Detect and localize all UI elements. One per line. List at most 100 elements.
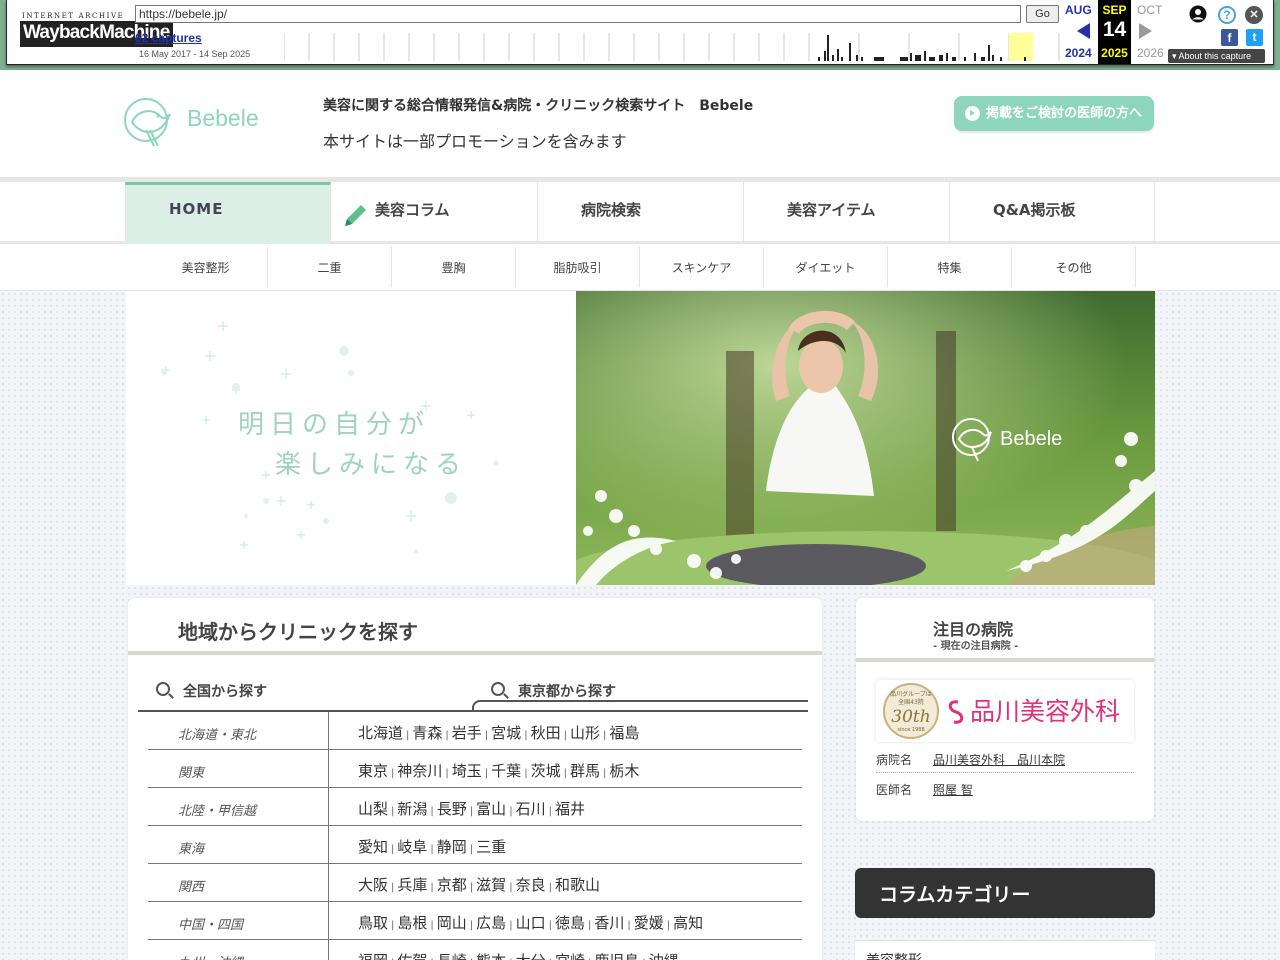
shinagawa-banner[interactable]: 品川グループは 全国43院 30th since 1988 品川美容外科 <box>876 680 1134 742</box>
prefecture-link[interactable]: 愛知 <box>358 838 388 856</box>
prefecture-link[interactable]: 和歌山 <box>555 876 600 894</box>
prev-capture-arrow-icon[interactable] <box>1077 23 1090 39</box>
prefecture-link[interactable]: 島根 <box>397 914 427 932</box>
capture-sparkline[interactable] <box>284 33 1060 61</box>
prefecture-link[interactable]: 大阪 <box>358 876 388 894</box>
badge-mid-text: 全国43院 <box>898 698 924 706</box>
subnav-special[interactable]: 特集 <box>888 247 1012 287</box>
nav-hospital-search[interactable]: 病院検索 <box>538 182 744 244</box>
prefecture-separator: | <box>469 806 474 817</box>
subnav-other[interactable]: その他 <box>1012 247 1136 287</box>
prefecture-separator: | <box>391 844 395 855</box>
region-row: 九州・沖縄 福岡|佐賀|長崎|熊本|大分|宮崎|鹿児島|沖縄 <box>148 940 802 960</box>
prefecture-link[interactable]: 群馬 <box>570 762 600 780</box>
doctor-name-link[interactable]: 照屋 智 <box>933 781 973 798</box>
prefecture-link[interactable]: 埼玉 <box>452 762 482 780</box>
prefecture-link[interactable]: 新潟 <box>397 800 427 818</box>
prefecture-separator: | <box>445 768 449 779</box>
prefecture-link[interactable]: 神奈川 <box>397 762 442 780</box>
current-capture-date: SEP 14 2025 <box>1098 0 1131 64</box>
wayback-url-input[interactable]: https://bebele.jp/ <box>135 5 1021 23</box>
prefecture-link[interactable]: 秋田 <box>531 724 561 742</box>
wayback-go-button[interactable]: Go <box>1026 5 1059 23</box>
nav-beauty-items-label: 美容アイテム <box>787 201 876 219</box>
region-divider <box>328 864 329 902</box>
current-year: 2025 <box>1101 46 1128 60</box>
subnav-liposuction[interactable]: 脂肪吸引 <box>516 247 640 287</box>
user-account-icon[interactable] <box>1189 5 1207 23</box>
prefecture-link[interactable]: 長野 <box>437 800 467 818</box>
prefecture-link[interactable]: 鳥取 <box>358 914 388 932</box>
prefecture-separator: | <box>509 920 513 931</box>
prefecture-link[interactable]: 東京 <box>358 762 388 780</box>
prefecture-link[interactable]: 鹿児島 <box>594 952 639 960</box>
prefecture-link[interactable]: 熊本 <box>476 952 506 960</box>
help-icon[interactable]: ? <box>1218 6 1236 24</box>
prefecture-link[interactable]: 長崎 <box>437 952 467 960</box>
prefecture-link[interactable]: 広島 <box>476 914 506 932</box>
nav-beauty-column[interactable]: 美容コラム <box>331 182 538 244</box>
twitter-icon[interactable]: t <box>1246 29 1263 46</box>
prefecture-link[interactable]: 福岡 <box>358 952 388 960</box>
prefecture-link[interactable]: 千葉 <box>491 762 521 780</box>
prefecture-link[interactable]: 沖縄 <box>649 952 679 960</box>
prev-year-link[interactable]: 2024 <box>1065 46 1092 60</box>
subnav-skincare[interactable]: スキンケア <box>640 247 764 287</box>
site-tagline: 美容に関する総合情報発信&病院・クリニック検索サイト Bebele <box>323 98 754 114</box>
nav-beauty-items[interactable]: 美容アイテム <box>744 182 950 244</box>
prefecture-link[interactable]: 岡山 <box>437 914 467 932</box>
subnav-cosmetic-surgery[interactable]: 美容整形 <box>144 247 268 287</box>
prefecture-link[interactable]: 山形 <box>570 724 600 742</box>
prefecture-link[interactable]: 北海道 <box>358 724 403 742</box>
prefecture-link[interactable]: 愛媛 <box>634 914 664 932</box>
nav-home[interactable]: HOME <box>125 182 331 244</box>
close-icon[interactable]: ✕ <box>1245 6 1263 24</box>
prefecture-link[interactable]: 大分 <box>516 952 546 960</box>
prefecture-link[interactable]: 宮崎 <box>555 952 585 960</box>
featured-divider <box>876 772 1134 773</box>
prefecture-link[interactable]: 滋賀 <box>476 876 506 894</box>
prefecture-link[interactable]: 山梨 <box>358 800 388 818</box>
prefecture-link[interactable]: 京都 <box>437 876 467 894</box>
region-name: 北陸・甲信越 <box>178 804 257 819</box>
bebele-logo[interactable]: Bebele <box>124 94 274 152</box>
prefecture-link[interactable]: 奈良 <box>516 876 546 894</box>
prefecture-link[interactable]: 栃木 <box>609 762 639 780</box>
prefecture-link[interactable]: 山口 <box>516 914 546 932</box>
prev-month-link[interactable]: AUG <box>1065 3 1092 17</box>
column-category-item[interactable]: 美容整形 <box>866 950 922 960</box>
prefecture-link[interactable]: 茨城 <box>531 762 561 780</box>
about-capture-dropdown[interactable]: ▾ About this capture <box>1168 49 1265 63</box>
next-year-label: 2026 <box>1137 46 1164 60</box>
prefecture-link[interactable]: 徳島 <box>555 914 585 932</box>
prefecture-link[interactable]: 福井 <box>555 800 585 818</box>
doctor-listing-button[interactable]: 掲載をご検討の医師の方へ <box>954 96 1154 131</box>
subnav-diet[interactable]: ダイエット <box>764 247 888 287</box>
prefecture-link[interactable]: 兵庫 <box>397 876 427 894</box>
region-row: 北陸・甲信越 山梨 | 新潟 | 長野 | 富山 | 石川 | 福井 <box>148 788 802 826</box>
tab-national-search[interactable]: 全国から探す <box>183 681 267 701</box>
tab-tokyo-search[interactable]: 東京都から探す <box>518 681 616 701</box>
region-divider <box>328 712 329 750</box>
subnav-double-eyelid[interactable]: 二重 <box>268 247 392 287</box>
prefecture-link[interactable]: 富山 <box>476 800 506 818</box>
prefecture-link[interactable]: 高知 <box>673 914 703 932</box>
prefecture-list: 北海道 | 青森 | 岩手 | 宮城 | 秋田 | 山形 | 福島 <box>358 722 639 743</box>
prefecture-link[interactable]: 岐阜 <box>397 838 427 856</box>
prefecture-link[interactable]: 香川 <box>594 914 624 932</box>
prefecture-link[interactable]: 岩手 <box>452 724 482 742</box>
prefecture-separator: | <box>509 806 513 817</box>
facebook-icon[interactable]: f <box>1221 29 1238 46</box>
pencil-icon <box>345 205 366 226</box>
prefecture-link[interactable]: 石川 <box>516 800 546 818</box>
prefecture-link[interactable]: 宮城 <box>491 724 521 742</box>
prefecture-link[interactable]: 佐賀 <box>397 952 427 960</box>
nav-qa-board[interactable]: Q&A掲示板 <box>950 182 1155 244</box>
hospital-name-link[interactable]: 品川美容外科 品川本院 <box>933 751 1065 768</box>
prefecture-link[interactable]: 福島 <box>609 724 639 742</box>
prefecture-link[interactable]: 青森 <box>412 724 442 742</box>
captures-link[interactable]: 62 captures <box>135 31 202 45</box>
subnav-breast-augmentation[interactable]: 豊胸 <box>392 247 516 287</box>
prefecture-link[interactable]: 静岡 <box>437 838 467 856</box>
prefecture-link[interactable]: 三重 <box>476 838 506 856</box>
